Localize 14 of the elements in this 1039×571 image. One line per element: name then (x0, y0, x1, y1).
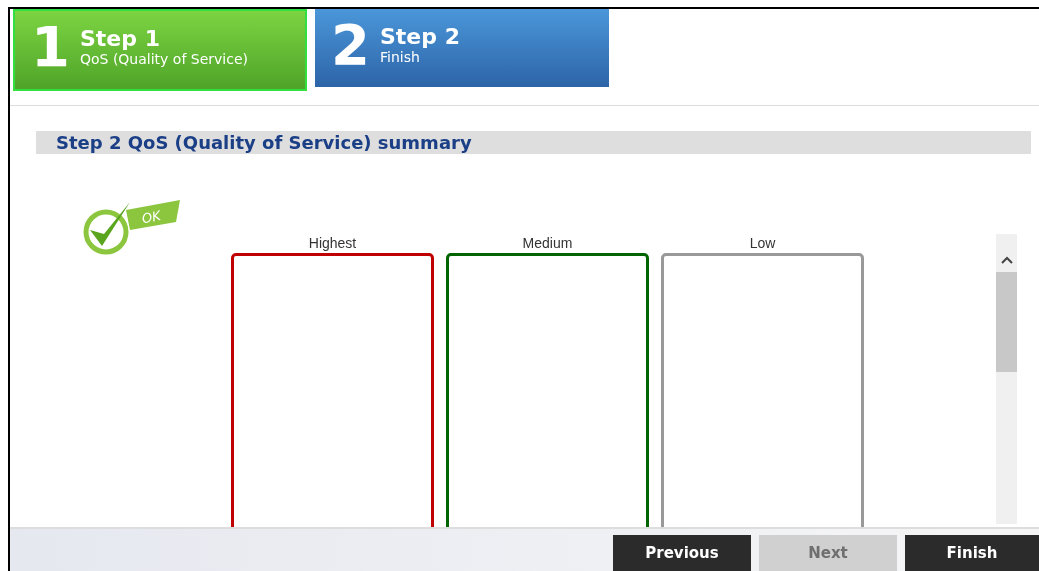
step-title: Step 2 (379, 24, 460, 50)
wizard-button[interactable]: Previous (613, 535, 751, 571)
wizard-button[interactable]: Finish (905, 535, 1039, 571)
priority-label: Highest (308, 235, 357, 253)
section-title: Step 2 QoS (Quality of Service) summary (36, 131, 1031, 154)
step-title: Step 1 (79, 26, 161, 52)
step-subtitle: Finish (379, 49, 421, 66)
step-number: 1 (31, 19, 70, 75)
step-subtitle: QoS (Quality of Service) (79, 51, 248, 68)
chevron-up-icon[interactable] (1000, 256, 1013, 264)
priority-label: Low (749, 235, 776, 253)
step-number: 2 (331, 17, 370, 73)
scrollbar[interactable] (996, 234, 1017, 524)
priority-label: Medium (522, 235, 573, 253)
